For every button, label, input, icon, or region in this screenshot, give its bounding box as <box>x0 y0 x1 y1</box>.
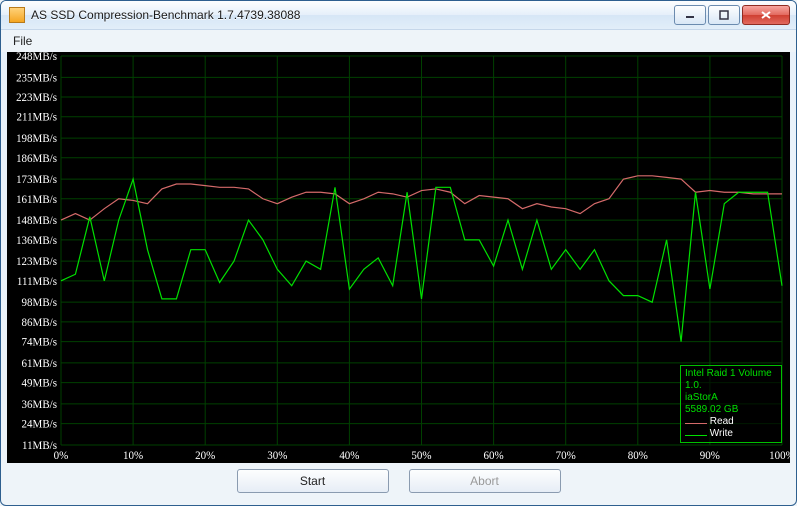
svg-text:198MB/s: 198MB/s <box>16 133 57 145</box>
svg-text:136MB/s: 136MB/s <box>16 235 57 247</box>
start-button[interactable]: Start <box>237 469 389 493</box>
legend-driver: iaStorA <box>685 392 777 404</box>
maximize-button[interactable] <box>708 5 740 25</box>
menu-file[interactable]: File <box>7 32 38 50</box>
svg-text:30%: 30% <box>267 450 287 462</box>
svg-text:20%: 20% <box>195 450 215 462</box>
write-swatch <box>685 435 707 436</box>
minimize-icon <box>685 10 695 20</box>
abort-button: Abort <box>409 469 561 493</box>
close-button[interactable] <box>742 5 790 25</box>
benchmark-chart: 248MB/s 235MB/s 223MB/s 211MB/s 198MB/s 186MB… <box>7 52 790 463</box>
svg-text:36MB/s: 36MB/s <box>22 399 57 411</box>
legend-read: Read <box>685 416 777 428</box>
maximize-icon <box>719 10 729 20</box>
app-window: AS SSD Compression-Benchmark 1.7.4739.38… <box>0 0 797 506</box>
svg-text:235MB/s: 235MB/s <box>16 72 57 84</box>
legend-device: Intel Raid 1 Volume <box>685 368 777 380</box>
svg-text:186MB/s: 186MB/s <box>16 153 57 165</box>
svg-text:223MB/s: 223MB/s <box>16 92 57 104</box>
svg-text:148MB/s: 148MB/s <box>16 215 57 227</box>
svg-text:0%: 0% <box>54 450 69 462</box>
svg-text:100%: 100% <box>769 450 790 462</box>
minimize-button[interactable] <box>674 5 706 25</box>
legend-write-label: Write <box>710 428 733 439</box>
legend-write: Write <box>685 428 777 440</box>
app-icon <box>9 7 25 23</box>
window-controls <box>674 5 790 25</box>
read-swatch <box>685 423 707 424</box>
svg-text:24MB/s: 24MB/s <box>22 419 57 431</box>
svg-text:173MB/s: 173MB/s <box>16 174 57 186</box>
content-panel: 248MB/s 235MB/s 223MB/s 211MB/s 198MB/s 186MB… <box>7 52 790 499</box>
close-icon <box>760 10 772 20</box>
svg-text:61MB/s: 61MB/s <box>22 358 57 370</box>
svg-text:211MB/s: 211MB/s <box>17 112 57 124</box>
titlebar[interactable]: AS SSD Compression-Benchmark 1.7.4739.38… <box>1 1 796 30</box>
svg-text:50%: 50% <box>411 450 431 462</box>
svg-text:49MB/s: 49MB/s <box>22 378 57 390</box>
button-row: Start Abort <box>7 463 790 499</box>
svg-text:11MB/s: 11MB/s <box>22 440 57 452</box>
legend-read-label: Read <box>710 416 734 427</box>
svg-text:60%: 60% <box>484 450 504 462</box>
legend-capacity: 5589.02 GB <box>685 404 777 416</box>
svg-text:111MB/s: 111MB/s <box>17 276 57 288</box>
window-title: AS SSD Compression-Benchmark 1.7.4739.38… <box>31 8 674 22</box>
chart-legend: Intel Raid 1 Volume 1.0. iaStorA 5589.02… <box>680 365 782 443</box>
svg-text:74MB/s: 74MB/s <box>22 337 57 349</box>
legend-version: 1.0. <box>685 380 777 392</box>
svg-text:90%: 90% <box>700 450 720 462</box>
svg-text:123MB/s: 123MB/s <box>16 256 57 268</box>
svg-text:161MB/s: 161MB/s <box>16 194 57 206</box>
svg-text:70%: 70% <box>556 450 576 462</box>
svg-text:80%: 80% <box>628 450 648 462</box>
svg-text:10%: 10% <box>123 450 143 462</box>
svg-text:98MB/s: 98MB/s <box>22 297 57 309</box>
svg-text:40%: 40% <box>339 450 359 462</box>
svg-text:86MB/s: 86MB/s <box>22 317 57 329</box>
svg-text:248MB/s: 248MB/s <box>16 52 57 63</box>
menubar: File <box>1 30 796 52</box>
chart-area: 248MB/s 235MB/s 223MB/s 211MB/s 198MB/s 186MB… <box>7 52 790 463</box>
